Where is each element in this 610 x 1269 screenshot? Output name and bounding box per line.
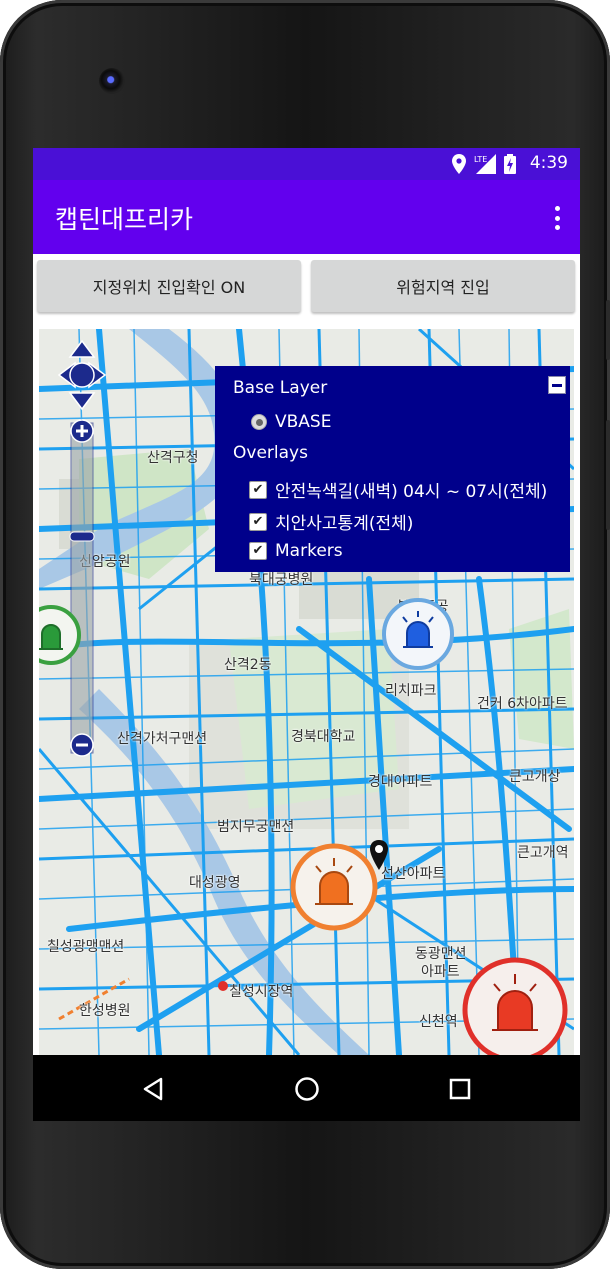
svg-text:LTE: LTE xyxy=(474,155,487,164)
green-siren-icon[interactable] xyxy=(39,604,83,666)
map-label: 선산아파트 xyxy=(381,866,446,882)
status-bar: LTE 4:39 xyxy=(33,148,580,180)
map-label: 북대궁병원 xyxy=(249,572,314,588)
map-label: 건커 6차아파트 xyxy=(477,696,568,712)
map-label: 대성광영 xyxy=(189,875,241,891)
checkbox-checked-icon[interactable]: ✔ xyxy=(249,512,267,531)
back-icon[interactable] xyxy=(141,1077,165,1101)
power-button xyxy=(606,300,610,360)
map-view[interactable]: 신암공원 경북대학교 경대아파트 리치파크 북천주공 범지무궁맨션 선산아파트 … xyxy=(39,329,574,1055)
map-zoom-control xyxy=(57,339,107,757)
map-label: 큰고개상 xyxy=(509,769,561,785)
map-label: 큰고개역 xyxy=(517,845,569,861)
recents-icon[interactable] xyxy=(449,1078,471,1100)
location-pin-icon[interactable] xyxy=(369,839,389,871)
geofence-toggle-button[interactable]: 지정위치 진입확인 ON xyxy=(37,260,301,312)
zoom-slider-handle[interactable] xyxy=(69,531,95,542)
map-label: 범지무궁맨션 xyxy=(217,819,295,835)
status-icons: LTE xyxy=(452,154,516,174)
status-time: 4:39 xyxy=(529,153,568,173)
navigation-bar xyxy=(33,1055,580,1121)
base-layer-option[interactable]: VBASE xyxy=(251,412,331,432)
danger-zone-button[interactable]: 위험지역 진입 xyxy=(311,260,575,312)
map-label: 한성병원 xyxy=(79,1003,131,1019)
map-label: 산격2동 xyxy=(224,657,272,673)
base-layer-label: VBASE xyxy=(275,412,332,432)
screen: LTE 4:39 캡틴대프리카 지정위치 진입확인 ON 위험지역 진입 신암공… xyxy=(33,148,580,1055)
overflow-menu-icon[interactable] xyxy=(554,206,560,230)
overlay-option[interactable]: ✔ Markers xyxy=(249,541,343,561)
map-label: 산격가처구맨션 xyxy=(117,731,208,747)
map-label: 아파트 xyxy=(421,964,460,980)
minimize-layer-switcher-button[interactable] xyxy=(548,376,566,394)
overlay-label: 안전녹색길(새벽) 04시 ~ 07시(전체) xyxy=(275,482,548,502)
signal-icon: LTE xyxy=(474,154,496,174)
blue-siren-icon[interactable] xyxy=(381,597,455,671)
base-layer-header: Base Layer xyxy=(233,378,328,398)
map-label: 신천역 xyxy=(419,1014,458,1030)
overlay-label: Markers xyxy=(275,541,343,561)
orange-siren-icon[interactable] xyxy=(289,842,379,932)
overlay-option[interactable]: ✔ 안전녹색길(새벽) 04시 ~ 07시(전체) xyxy=(249,477,547,502)
overlay-option[interactable]: ✔ 치안사고통계(전체) xyxy=(249,509,413,534)
location-icon xyxy=(452,154,466,174)
app-bar: 캡틴대프리카 xyxy=(33,180,580,254)
red-siren-icon[interactable] xyxy=(461,956,569,1055)
home-icon[interactable] xyxy=(294,1076,320,1102)
map-label: 경대아파트 xyxy=(368,774,433,790)
checkbox-checked-icon[interactable]: ✔ xyxy=(249,542,267,560)
map-label: 경북대학교 xyxy=(291,729,356,745)
volume-button xyxy=(606,420,610,530)
map-label: 칠성시장역 xyxy=(229,984,294,1000)
overlays-header: Overlays xyxy=(233,443,308,463)
overlay-label: 치안사고통계(전체) xyxy=(275,514,414,534)
battery-icon xyxy=(504,154,516,174)
front-camera xyxy=(99,68,125,94)
pan-control[interactable] xyxy=(57,339,107,411)
map-label: 동광맨션 xyxy=(415,946,467,962)
layer-switcher: Base Layer VBASE Overlays ✔ 안전녹색길(새벽) 04… xyxy=(215,366,570,572)
map-label: 칠성광맹맨션 xyxy=(47,939,125,955)
checkbox-checked-icon[interactable]: ✔ xyxy=(249,480,267,499)
map-label: 산격구청 xyxy=(147,450,199,466)
radio-selected-icon[interactable] xyxy=(251,414,267,430)
map-label: 리치파크 xyxy=(385,683,437,699)
app-title: 캡틴대프리카 xyxy=(55,205,194,234)
